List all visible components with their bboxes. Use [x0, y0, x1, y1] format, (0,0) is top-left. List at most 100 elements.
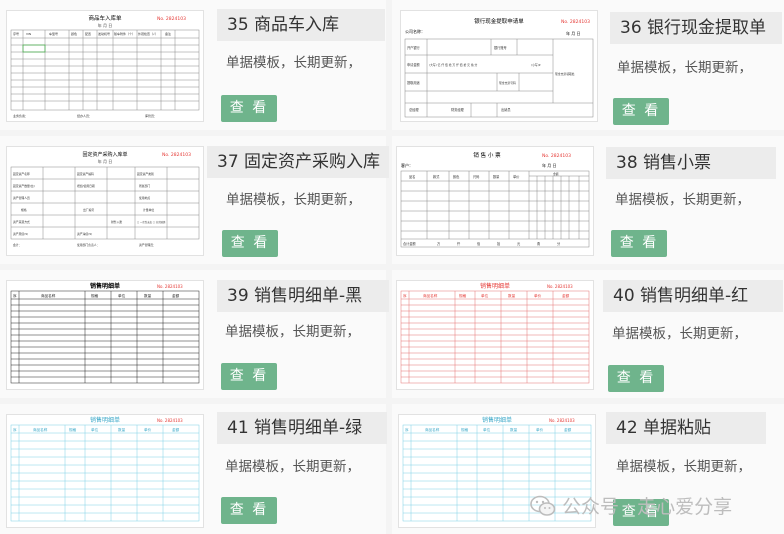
card-42-description: 单据模板，长期更新，	[616, 459, 751, 475]
doc-title: 银行现金提取申请单	[474, 17, 524, 25]
card-38-document: 销 售 小 票 No. 2824103 客户： 年 月 日 品名 款式 颜色 尺…	[400, 151, 590, 248]
doc-header: 数量	[510, 427, 518, 432]
doc-header: 序	[403, 293, 407, 298]
card-39-view-button[interactable]: 查 看	[221, 363, 277, 390]
card-41-document: 销售明细单 No. 2824103 序 商品名称 规格 单位 数量 单价 金额	[10, 416, 200, 522]
doc-cell: 固定资产编码	[77, 172, 94, 176]
card-38: 销 售 小 票 No. 2824103 客户： 年 月 日 品名 款式 颜色 尺…	[392, 136, 784, 264]
card-42-title[interactable]: 42 单据粘贴	[606, 412, 766, 444]
doc-customer: 客户：	[401, 162, 413, 168]
doc-number: No. 2824103	[547, 284, 573, 289]
doc-header: 金额	[562, 293, 570, 298]
card-39-description: 单据模板，长期更新，	[225, 324, 360, 340]
doc-cell: 增加/使用日期	[77, 184, 95, 188]
card-35: 商品车入库单 No. 2824103 年 月 日 序号 VIN 车型号 颜色 配…	[0, 0, 386, 130]
doc-header: 序	[13, 427, 17, 432]
doc-date: 年 月 日	[566, 30, 581, 36]
card-38-thumbnail[interactable]: 销 售 小 票 No. 2824103 客户： 年 月 日 品名 款式 颜色 尺…	[396, 146, 594, 256]
card-37-description: 单据模板，长期更新，	[226, 192, 361, 208]
doc-unit: 仟	[457, 241, 461, 246]
watermark: 公众号 · 走心爱分享	[530, 492, 732, 519]
card-40-title[interactable]: 40 销售明细单-红	[603, 280, 783, 312]
card-36-document: 银行现金提取申请单 No. 2824103 公司名称： 年 月 日 开户银行 银…	[404, 17, 594, 118]
doc-header: 规格	[69, 427, 77, 432]
doc-unit: 元	[517, 242, 521, 246]
doc-date: 年 月 日	[542, 162, 557, 168]
doc-r4-2: 出纳员	[501, 107, 511, 112]
doc-r1-label: 开户银行	[407, 45, 421, 50]
card-36-view-button[interactable]: 查 看	[613, 98, 669, 125]
doc-header: 单位	[118, 293, 126, 298]
wechat-icon	[530, 495, 556, 516]
card-41-thumbnail[interactable]: 销售明细单 No. 2824103 序 商品名称 规格 单位 数量 单价 金额	[6, 414, 204, 528]
doc-footer: 资产管理员：	[139, 243, 156, 247]
card-40-document: 销售明细单 No. 2824103 序 商品名称 规格 单位 数量 单价 金额	[400, 282, 590, 384]
doc-unit: 佰	[477, 241, 480, 246]
doc-cell: 使用地点	[139, 196, 150, 200]
doc-cell: 资产原值(¥)	[13, 232, 28, 236]
doc-footer: 使用部门负责人：	[77, 243, 99, 247]
doc-header: 金额	[553, 172, 559, 176]
card-35-thumbnail[interactable]: 商品车入库单 No. 2824103 年 月 日 序号 VIN 车型号 颜色 配…	[6, 10, 204, 122]
doc-header: 数量	[118, 427, 126, 432]
card-39-thumbnail[interactable]: 销售明细单 No. 2824103 序 商品名称 规格 单位 数量 金额	[6, 280, 204, 390]
card-40-thumbnail[interactable]: 销售明细单 No. 2824103 序 商品名称 规格 单位 数量 单价 金额	[396, 280, 594, 390]
doc-number: No. 2824103	[157, 16, 186, 22]
doc-title: 商品车入库单	[88, 14, 122, 22]
doc-header-8: 备注	[165, 31, 171, 36]
doc-header-6: 随车附件（个）	[114, 31, 135, 36]
doc-r4-0: 总经理	[409, 107, 419, 112]
doc-footer: 会计：	[13, 243, 21, 247]
card-37-thumbnail[interactable]: 固定资产采购入库单 No. 2824103 年 月 日 固定资产名称 固定资产编…	[6, 146, 204, 256]
card-37: 固定资产采购入库单 No. 2824103 年 月 日 固定资产名称 固定资产编…	[0, 136, 389, 264]
card-41-title[interactable]: 41 销售明细单-绿	[217, 412, 387, 444]
card-35-view-button[interactable]: 查 看	[221, 95, 277, 122]
doc-r3-label2: 现金支票号码	[499, 81, 516, 85]
doc-header: 颜色	[453, 174, 460, 179]
doc-unit: 分	[557, 241, 561, 246]
doc-header: 品名	[409, 174, 415, 179]
doc-header: 单价	[513, 174, 520, 179]
card-36-thumbnail[interactable]: 银行现金提取申请单 No. 2824103 公司名称： 年 月 日 开户银行 银…	[400, 10, 598, 122]
doc-header: 单位	[483, 427, 491, 432]
card-39-title[interactable]: 39 销售明细单-黑	[217, 280, 389, 312]
doc-date: 年 月 日	[98, 158, 113, 164]
card-37-title[interactable]: 37 固定资产采购入库	[207, 146, 389, 178]
doc-header: 单位	[91, 427, 99, 432]
doc-title: 销售明细单	[90, 416, 120, 424]
doc-cell: 资产来源方式	[13, 220, 30, 224]
doc-footer-1: 经办人员：	[77, 113, 92, 118]
doc-header: 序	[405, 427, 409, 432]
card-35-title[interactable]: 35 商品车入库	[217, 9, 385, 41]
card-38-title[interactable]: 38 销售小票	[606, 147, 776, 179]
card-35-document: 商品车入库单 No. 2824103 年 月 日 序号 VIN 车型号 颜色 配…	[10, 14, 200, 118]
card-41-view-button[interactable]: 查 看	[221, 497, 277, 524]
doc-header: 商品名称	[425, 427, 440, 432]
doc-grid	[10, 29, 200, 111]
card-40-view-button[interactable]: 查 看	[608, 365, 664, 392]
card-38-view-button[interactable]: 查 看	[611, 230, 667, 257]
card-41-description: 单据模板，长期更新，	[225, 459, 360, 475]
doc-header: 商品名称	[41, 293, 56, 298]
doc-header-4: 配置	[85, 31, 91, 36]
card-36-title[interactable]: 36 银行现金提取单	[610, 12, 782, 44]
doc-cell: 所属部门	[139, 184, 150, 188]
doc-date: 年 月 日	[98, 22, 113, 28]
doc-header: 单价	[536, 427, 544, 432]
card-40-description: 单据模板，长期更新，	[612, 326, 747, 342]
card-41: 销售明细单 No. 2824103 序 商品名称 规格 单位 数量 单价 金额 …	[0, 404, 387, 534]
doc-header: 序	[13, 293, 17, 298]
card-39-document: 销售明细单 No. 2824103 序 商品名称 规格 单位 数量 金额	[10, 282, 200, 384]
doc-header: 单价	[534, 293, 542, 298]
doc-r2-small: (小写)¥	[531, 63, 541, 67]
card-35-description: 单据模板，长期更新，	[226, 55, 361, 71]
card-38-description: 单据模板，长期更新，	[615, 192, 750, 208]
doc-header-7: 外观检查（√）	[138, 31, 158, 36]
card-36: 银行现金提取申请单 No. 2824103 公司名称： 年 月 日 开户银行 银…	[392, 0, 784, 130]
doc-total: 合计金额	[403, 241, 417, 246]
card-37-view-button[interactable]: 查 看	[222, 230, 278, 257]
doc-header: 款式	[433, 174, 440, 179]
doc-header: 单位	[481, 293, 489, 298]
doc-header: 单价	[144, 427, 152, 432]
doc-footer-2: 库管员：	[145, 113, 157, 118]
